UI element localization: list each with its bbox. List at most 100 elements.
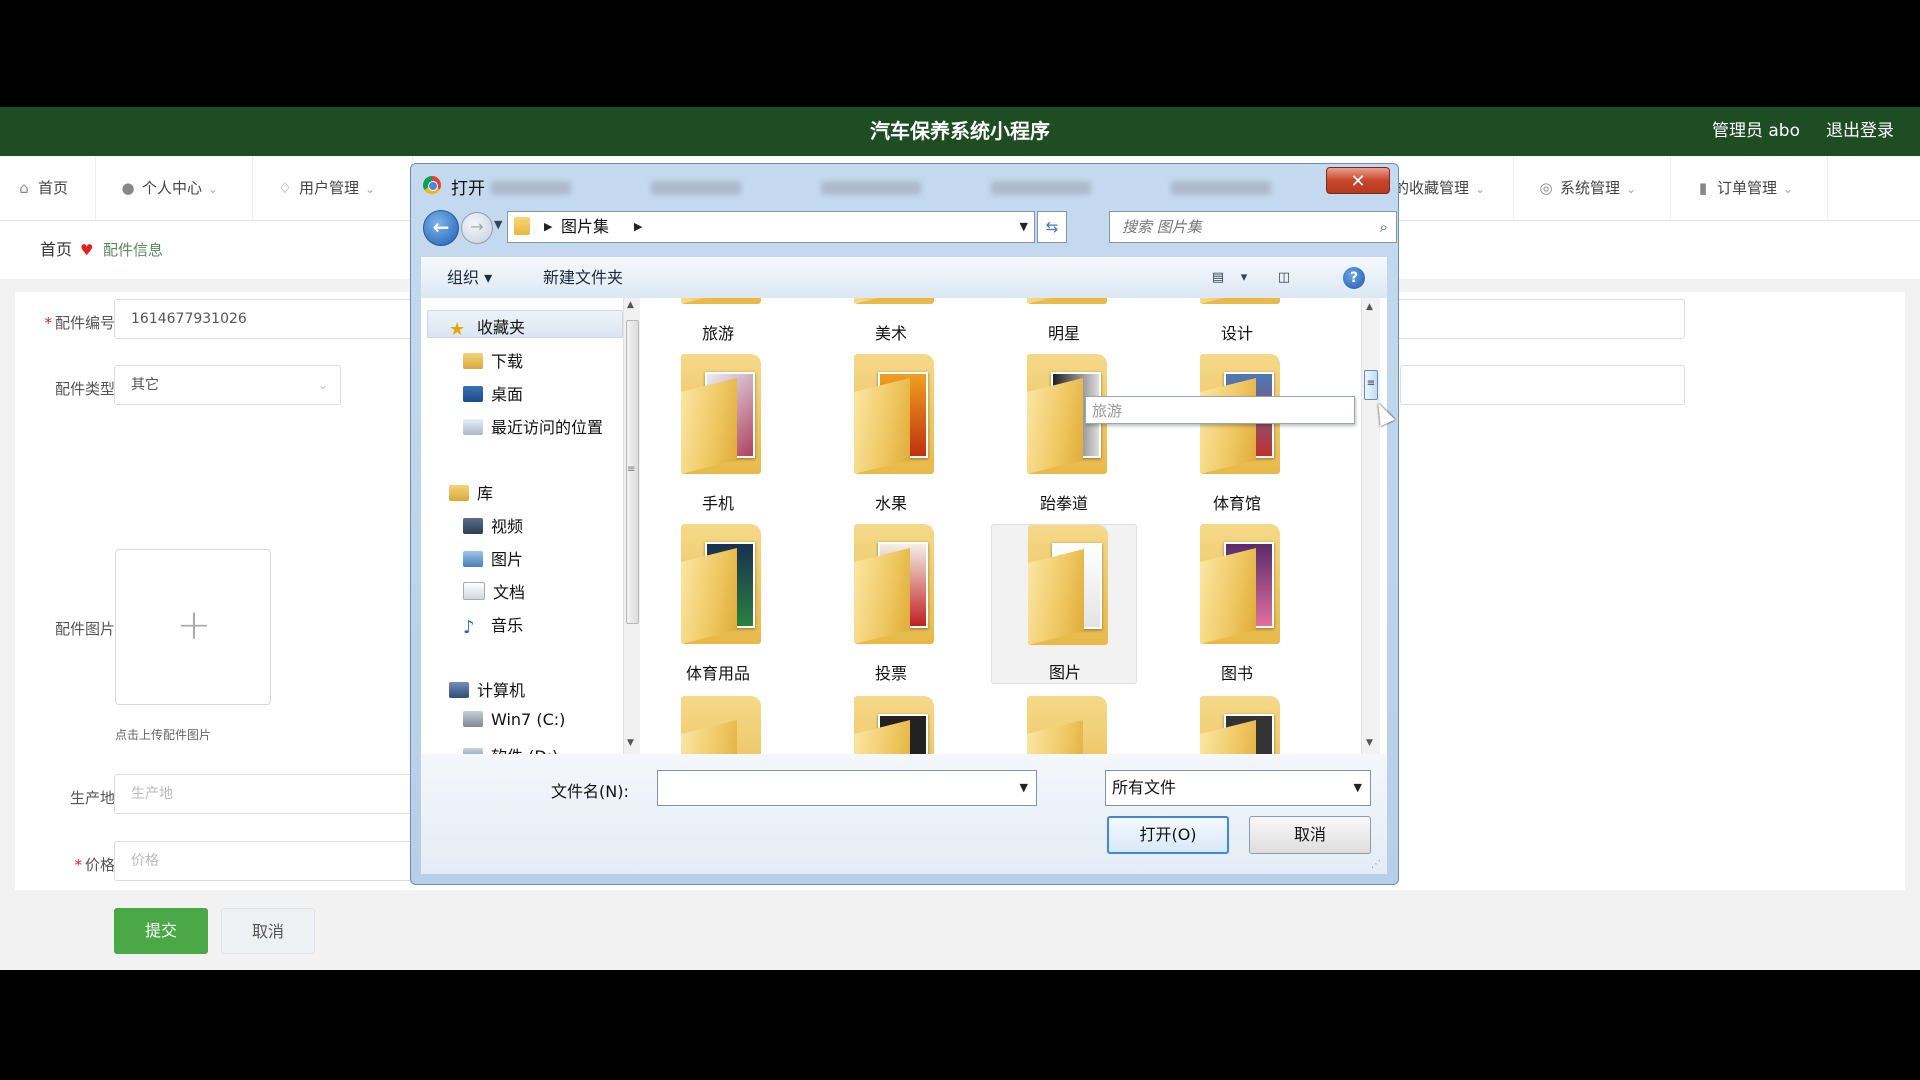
recent-icon: [463, 419, 483, 435]
resize-grip-icon[interactable]: ⋰: [1371, 859, 1381, 870]
current-user: 管理员 abo: [1711, 121, 1800, 141]
back-button[interactable]: ←: [423, 210, 459, 246]
chevron-right-icon: ▶: [634, 220, 643, 233]
app-header: 汽车保养系统小程序 管理员 abo 退出登录: [0, 107, 1920, 156]
help-icon[interactable]: ?: [1343, 267, 1365, 289]
filetype-select[interactable]: 所有文件 ▼: [1105, 770, 1371, 806]
file-grid-scrollbar[interactable]: ▲ ≡ ▼: [1361, 298, 1380, 754]
chevron-down-icon: ⌄: [365, 182, 376, 196]
plus-icon: +: [176, 600, 212, 649]
nav-home-label: 首页: [38, 179, 69, 197]
folder-item[interactable]: 投票: [818, 524, 964, 684]
folder-item[interactable]: 手机: [645, 354, 791, 514]
forward-button[interactable]: →: [461, 212, 493, 244]
view-icon[interactable]: ▤: [1207, 267, 1229, 289]
folder-item[interactable]: 旅游: [645, 298, 791, 344]
image-upload[interactable]: +: [115, 549, 271, 705]
folder-item[interactable]: 美术: [818, 298, 964, 344]
tree-scrollbar[interactable]: ▲ ≡ ▼: [623, 298, 640, 754]
nav-personal[interactable]: ● 个人中心 ⌄: [96, 156, 253, 220]
type-label: 配件类型: [54, 380, 115, 398]
nav-system[interactable]: ◎ 系统管理 ⌄: [1514, 156, 1671, 220]
search-box[interactable]: 搜索 图片集 ⌕: [1109, 211, 1397, 243]
upload-hint: 点击上传配件图片: [115, 728, 212, 742]
folder-item[interactable]: 设计: [1164, 298, 1310, 344]
home-icon: ⌂: [19, 179, 29, 197]
chart-icon: ▮: [1698, 179, 1708, 197]
music-icon: ♪: [463, 617, 475, 638]
tree-drive-c[interactable]: Win7 (C:): [463, 710, 565, 729]
breadcrumb-home[interactable]: 首页: [40, 221, 72, 279]
tree-computer[interactable]: 计算机: [449, 677, 525, 701]
folder-item[interactable]: 跆拳道: [991, 354, 1137, 514]
nav-system-label: 系统管理: [1560, 179, 1621, 197]
organize-button[interactable]: 组织 ▾: [447, 257, 492, 299]
origin-input[interactable]: 生产地: [114, 774, 444, 814]
desktop-icon: [463, 386, 483, 402]
address-dropdown-icon[interactable]: ▼: [1020, 212, 1028, 242]
nav-favorites[interactable]: 的收藏管理 ⌄: [1394, 156, 1514, 220]
refresh-button[interactable]: ⇆: [1037, 211, 1067, 243]
address-bar[interactable]: ▶ 图片集 ▶ ▼: [507, 211, 1035, 243]
tree-music[interactable]: ♪ 音乐: [463, 612, 523, 638]
tree-recent[interactable]: 最近访问的位置: [463, 414, 603, 438]
nav-orders[interactable]: ▮ 订单管理 ⌄: [1671, 156, 1828, 220]
tree-pictures[interactable]: 图片: [463, 546, 523, 570]
close-button[interactable]: ✕: [1326, 167, 1390, 194]
folder-item[interactable]: 水果: [818, 354, 964, 514]
folder-item[interactable]: [818, 696, 964, 754]
cancel-button[interactable]: 取消: [221, 908, 315, 954]
history-dropdown-icon[interactable]: ▼: [494, 218, 502, 231]
folder-item-selected[interactable]: 图片: [991, 524, 1137, 684]
tree-documents[interactable]: 文档: [463, 579, 525, 603]
folder-item[interactable]: 图书: [1164, 524, 1310, 684]
star-icon: ★: [449, 319, 466, 340]
scroll-down-icon[interactable]: ▼: [627, 738, 634, 748]
submit-button[interactable]: 提交: [114, 908, 208, 954]
folder-item[interactable]: 明星: [991, 298, 1137, 344]
file-grid: 旅游 美术 明星 设计 手机 水果 跆拳道 体育馆 体育用品 投票 图片 图书: [645, 298, 1387, 754]
scroll-down-icon[interactable]: ▼: [1366, 738, 1373, 748]
chevron-right-icon: ▶: [544, 220, 553, 233]
video-icon: [463, 518, 483, 534]
new-folder-button[interactable]: 新建文件夹: [543, 257, 623, 299]
scroll-up-icon[interactable]: ▲: [1366, 302, 1373, 312]
folder-item[interactable]: 体育用品: [645, 524, 791, 684]
logout-link[interactable]: 退出登录: [1826, 107, 1894, 156]
type-select[interactable]: 其它 ⌄: [114, 365, 341, 405]
address-path[interactable]: 图片集: [561, 212, 609, 242]
nav-home[interactable]: ⌂ 首页: [0, 156, 96, 220]
chevron-down-icon: ⌄: [208, 182, 219, 196]
filename-dropdown-icon[interactable]: ▼: [1020, 771, 1028, 805]
search-icon[interactable]: ⌕: [1380, 212, 1388, 242]
dialog-cancel-button[interactable]: 取消: [1249, 816, 1371, 854]
file-scroll-thumb[interactable]: ≡: [1364, 370, 1378, 400]
folder-item[interactable]: [1164, 696, 1310, 754]
tree-favorites[interactable]: ★ 收藏夹: [449, 314, 525, 340]
folder-item[interactable]: [991, 696, 1137, 754]
downloads-icon: [463, 353, 483, 369]
nav-users-label: 用户管理: [299, 179, 360, 197]
folder-item[interactable]: 体育馆: [1164, 354, 1310, 514]
preview-pane-icon[interactable]: ◫: [1273, 267, 1295, 289]
tree-downloads[interactable]: 下载: [463, 348, 523, 372]
tree-libraries[interactable]: 库: [449, 480, 493, 504]
nav-users[interactable]: ♢ 用户管理 ⌄: [253, 156, 413, 220]
nav-personal-label: 个人中心: [142, 179, 203, 197]
filename-input[interactable]: ▼: [657, 770, 1037, 806]
nav-orders-label: 订单管理: [1717, 179, 1778, 197]
dialog-toolbar: 组织 ▾ 新建文件夹 ▤ ▾ ◫ ?: [421, 256, 1387, 300]
search-placeholder: 搜索 图片集: [1122, 218, 1202, 236]
scroll-tooltip: 旅游: [1085, 396, 1355, 424]
view-dropdown-icon[interactable]: ▾: [1233, 267, 1255, 289]
folder-item[interactable]: [645, 696, 791, 754]
price-input[interactable]: 价格: [114, 841, 444, 881]
origin-label: 生产地: [69, 789, 115, 807]
tree-videos[interactable]: 视频: [463, 513, 523, 537]
code-label: * 配件编号: [44, 314, 115, 332]
tree-desktop[interactable]: 桌面: [463, 381, 523, 405]
filetype-dropdown-icon[interactable]: ▼: [1354, 771, 1362, 805]
right-field[interactable]: [1400, 365, 1685, 405]
open-button[interactable]: 打开(O): [1107, 816, 1229, 854]
scroll-up-icon[interactable]: ▲: [627, 300, 634, 310]
